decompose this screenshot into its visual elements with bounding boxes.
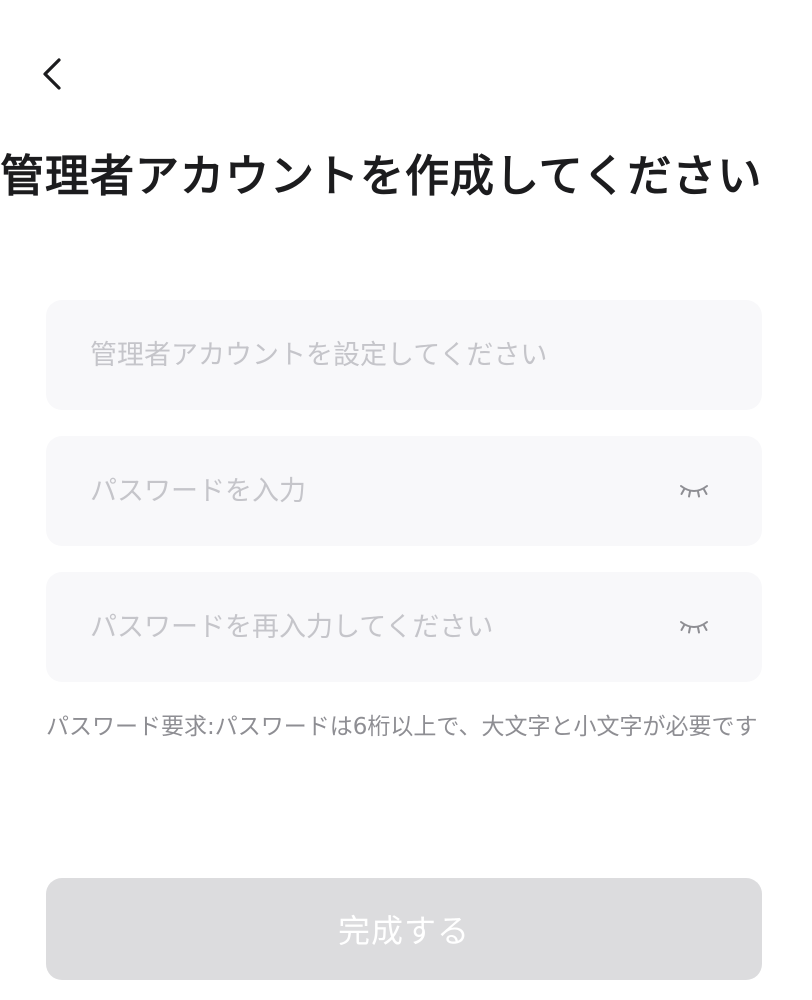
confirm-password-visibility-toggle[interactable] [674,607,714,647]
chevron-left-icon [43,58,61,90]
confirm-password-field [46,572,762,682]
account-input[interactable] [46,300,762,410]
back-button[interactable] [30,50,74,98]
eye-closed-icon [680,485,708,498]
account-field [46,300,762,410]
password-field [46,436,762,546]
page-title: 管理者アカウントを作成してください [0,151,763,202]
password-requirement-hint: パスワード要求:パスワードは6桁以上で、大文字と小文字が必要です [46,714,758,740]
complete-button[interactable]: 完成する [46,878,762,980]
password-input[interactable] [46,436,674,546]
password-visibility-toggle[interactable] [674,471,714,511]
eye-closed-icon [680,621,708,634]
confirm-password-input[interactable] [46,572,674,682]
